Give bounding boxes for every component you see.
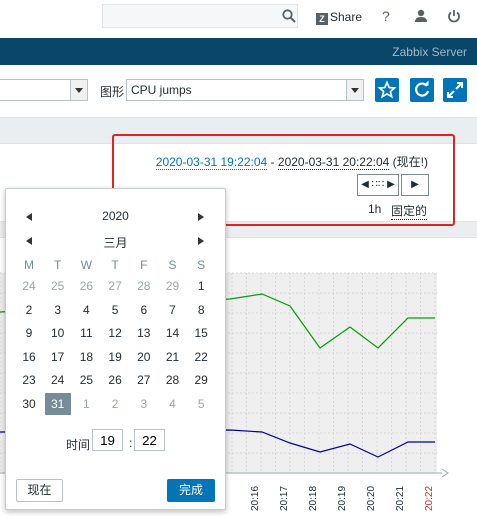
calendar-day[interactable]: 22 <box>188 346 214 368</box>
star-icon <box>377 80 397 99</box>
calendar-day[interactable]: 3 <box>131 393 157 415</box>
calendar-day[interactable]: 14 <box>160 322 186 344</box>
help-icon[interactable]: ? <box>382 8 390 24</box>
hour-input[interactable] <box>92 429 123 451</box>
share-button[interactable]: Z Share <box>316 9 362 25</box>
calendar-day[interactable]: 24 <box>16 275 42 297</box>
x-axis-label: 20:20 <box>366 486 377 511</box>
weekday-header: W <box>80 258 93 272</box>
refresh-icon <box>415 80 430 97</box>
calendar-day[interactable]: 20 <box>131 346 157 368</box>
graph-select[interactable]: CPU jumps <box>126 79 364 101</box>
calendar-day[interactable]: 18 <box>73 346 99 368</box>
calendar-day[interactable]: 27 <box>131 369 157 391</box>
calendar-day[interactable]: 11 <box>73 322 99 344</box>
calendar-day[interactable]: 3 <box>45 299 71 321</box>
calendar-day[interactable]: 9 <box>16 322 42 344</box>
calendar-day[interactable]: 6 <box>131 299 157 321</box>
calendar-day[interactable]: 21 <box>160 346 186 368</box>
dropdown-arrow-icon <box>70 80 87 100</box>
calendar-day[interactable]: 28 <box>160 369 186 391</box>
x-axis-label: 20:17 <box>279 486 290 511</box>
calendar-day[interactable]: 4 <box>160 393 186 415</box>
time-label: 时间 <box>66 438 91 452</box>
time-colon: : <box>129 436 133 450</box>
calendar-day[interactable]: 2 <box>102 393 128 415</box>
calendar-day[interactable]: 28 <box>131 275 157 297</box>
dropdown-arrow-icon <box>346 80 363 100</box>
server-name: Zabbix Server <box>392 45 467 59</box>
zabbix-share-logo-icon: Z <box>316 13 328 25</box>
calendar-day[interactable]: 17 <box>45 346 71 368</box>
axis-arrow-icon <box>441 468 449 478</box>
calendar-day[interactable]: 26 <box>102 369 128 391</box>
search-input[interactable] <box>102 4 298 28</box>
fullscreen-icon <box>447 82 463 98</box>
graph-label: 图形 <box>100 85 125 99</box>
calendar-day[interactable]: 16 <box>16 346 42 368</box>
calendar-day[interactable]: 25 <box>45 275 71 297</box>
calendar-day[interactable]: 2 <box>16 299 42 321</box>
calendar-day[interactable]: 1 <box>73 393 99 415</box>
x-axis-label: 20:22 <box>424 486 435 511</box>
calendar-day[interactable]: 19 <box>102 346 128 368</box>
now-button[interactable]: 现在 <box>16 479 63 502</box>
calendar-day[interactable]: 10 <box>45 322 71 344</box>
calendar-day[interactable]: 30 <box>16 393 42 415</box>
graph-x-labels: 20:16 20:17 20:18 20:19 20:20 20:21 20:22 <box>250 486 435 511</box>
done-button[interactable]: 完成 <box>167 479 215 502</box>
calendar-day[interactable]: 12 <box>102 322 128 344</box>
calendar-day[interactable]: 24 <box>45 369 71 391</box>
add-to-favorites-button[interactable] <box>375 78 399 102</box>
weekday-header: S <box>168 258 177 272</box>
minute-input[interactable] <box>134 429 165 451</box>
x-axis-label: 20:19 <box>337 486 348 511</box>
next-year-icon[interactable] <box>198 213 204 221</box>
calendar-day[interactable]: 29 <box>188 369 214 391</box>
weekday-header: M <box>24 258 34 272</box>
calendar-day[interactable]: 5 <box>188 393 214 415</box>
weekday-header: F <box>140 258 148 272</box>
refresh-button[interactable] <box>410 78 434 102</box>
calendar-day[interactable]: 13 <box>131 322 157 344</box>
calendar-day[interactable]: 8 <box>188 299 214 321</box>
next-month-icon[interactable] <box>198 237 204 245</box>
graph-select-value: CPU jumps <box>131 83 192 97</box>
x-axis-label: 20:21 <box>395 486 406 511</box>
user-icon[interactable] <box>414 9 428 23</box>
fullscreen-button[interactable] <box>443 78 467 102</box>
calendar-month: 三月 <box>103 236 128 250</box>
calendar-popup: 2020 三月 M T W T F S S 24 25 26 27 28 29 1 2 3 4 5 6 7 8 9 10 11… <box>5 188 226 510</box>
calendar-day[interactable]: 7 <box>160 299 186 321</box>
x-axis-label: 20:16 <box>250 486 261 511</box>
weekday-header: T <box>54 258 62 272</box>
calendar-day[interactable]: 23 <box>16 369 42 391</box>
calendar-day[interactable]: 1 <box>188 275 214 297</box>
search-icon[interactable] <box>282 9 296 23</box>
share-label: Share <box>330 10 363 24</box>
power-icon[interactable] <box>447 9 461 23</box>
calendar-year: 2020 <box>102 209 129 223</box>
calendar-day[interactable]: 29 <box>160 275 186 297</box>
calendar-day[interactable]: 5 <box>102 299 128 321</box>
calendar-day[interactable]: 15 <box>188 322 214 344</box>
host-select[interactable] <box>0 79 88 101</box>
calendar-day[interactable]: 27 <box>102 275 128 297</box>
calendar-day-selected[interactable]: 31 <box>44 392 71 415</box>
calendar-day[interactable]: 26 <box>73 275 99 297</box>
calendar-day[interactable]: 4 <box>73 299 99 321</box>
header-band: Zabbix Server <box>0 38 477 65</box>
weekday-header: S <box>197 258 206 272</box>
weekday-header: T <box>111 258 119 272</box>
calendar-day[interactable]: 25 <box>73 369 99 391</box>
x-axis-label: 20:18 <box>308 486 319 511</box>
